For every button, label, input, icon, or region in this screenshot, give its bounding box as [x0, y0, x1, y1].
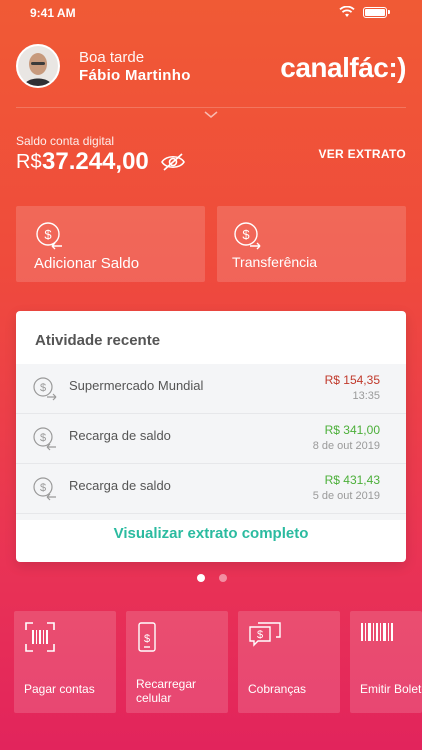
view-statement-link[interactable]: VER EXTRATO [318, 147, 406, 161]
money-in-icon: $ [33, 427, 56, 451]
pay-bills-button[interactable]: Pagar contas [14, 611, 116, 713]
money-out-icon: $ [33, 377, 57, 401]
charge-icon: $ [249, 622, 281, 647]
wifi-icon [339, 6, 355, 17]
add-money-icon: $ [36, 222, 62, 250]
view-full-statement-link[interactable]: Visualizar extrato completo [16, 525, 406, 542]
page-dot-active[interactable] [197, 574, 205, 582]
header-divider [16, 107, 406, 108]
balance-currency: R$ [16, 151, 42, 173]
activity-amount: R$ 431,43 [324, 473, 380, 487]
recent-activity-title: Atividade recente [35, 332, 161, 349]
add-balance-button[interactable]: $ Adicionar Saldo [16, 206, 205, 282]
status-icons [339, 6, 390, 18]
transfer-icon: $ [234, 222, 261, 250]
activity-name: Recarga de saldo [69, 478, 171, 493]
brand-logo: canalfác:) [280, 52, 406, 83]
charges-label: Cobranças [248, 682, 307, 696]
svg-text:$: $ [40, 482, 46, 494]
battery-cap [388, 10, 390, 14]
activity-date: 13:35 [352, 390, 380, 402]
battery-icon [363, 6, 387, 18]
pay-bills-label: Pagar contas [24, 682, 95, 696]
chevron-down-icon[interactable] [204, 111, 218, 119]
svg-text:$: $ [44, 227, 52, 242]
svg-text:$: $ [40, 432, 46, 444]
issue-boleto-label: Emitir Boleto [360, 682, 422, 696]
status-bar: 9:41 AM [0, 0, 422, 24]
recent-activity-card: Atividade recente $ Supermercado Mundial… [16, 311, 406, 562]
page-dot[interactable] [219, 574, 227, 582]
activity-date: 5 de out 2019 [312, 490, 380, 502]
activity-date: 8 de out 2019 [312, 440, 380, 452]
add-balance-label: Adicionar Saldo [34, 255, 140, 272]
activity-amount: R$ 341,00 [324, 423, 380, 437]
balance-label: Saldo conta digital [16, 134, 115, 148]
svg-text:$: $ [40, 382, 46, 394]
barcode-scan-icon [25, 622, 55, 652]
header: Boa tarde Fábio Martinho canalfác:) [16, 44, 406, 92]
eye-hidden-icon[interactable] [160, 152, 186, 172]
avatar[interactable] [16, 44, 60, 88]
activity-row[interactable]: $ Recarga de saldo R$ 341,00 8 de out 20… [16, 414, 406, 464]
status-time: 9:41 AM [30, 6, 76, 20]
page-indicator [197, 574, 227, 582]
phone-recharge-icon: $ [138, 622, 156, 652]
activity-row[interactable]: $ Supermercado Mundial R$ 154,35 13:35 [16, 364, 406, 414]
greeting: Boa tarde [79, 49, 145, 66]
user-name: Fábio Martinho [79, 67, 191, 84]
svg-text:$: $ [257, 629, 263, 641]
transfer-button[interactable]: $ Transferência [217, 206, 406, 282]
issue-boleto-button[interactable]: Emitir Boleto [350, 611, 422, 713]
activity-amount: R$ 154,35 [324, 373, 380, 387]
activity-name: Recarga de saldo [69, 428, 171, 443]
money-in-icon: $ [33, 477, 56, 501]
avatar-photo [18, 46, 58, 86]
activity-row[interactable]: $ Recarga de saldo R$ 431,43 5 de out 20… [16, 464, 406, 514]
phone-recharge-button[interactable]: $ Recarregar celular [126, 611, 228, 713]
balance-value: 37.244,00 [42, 148, 149, 175]
barcode-icon [361, 623, 393, 641]
transfer-label: Transferência [232, 254, 318, 270]
svg-text:$: $ [144, 633, 150, 645]
phone-recharge-label: Recarregar celular [136, 677, 197, 705]
activity-list: $ Supermercado Mundial R$ 154,35 13:35 $… [16, 364, 406, 520]
charges-button[interactable]: $ Cobranças [238, 611, 340, 713]
svg-text:$: $ [242, 227, 250, 242]
activity-name: Supermercado Mundial [69, 378, 204, 393]
